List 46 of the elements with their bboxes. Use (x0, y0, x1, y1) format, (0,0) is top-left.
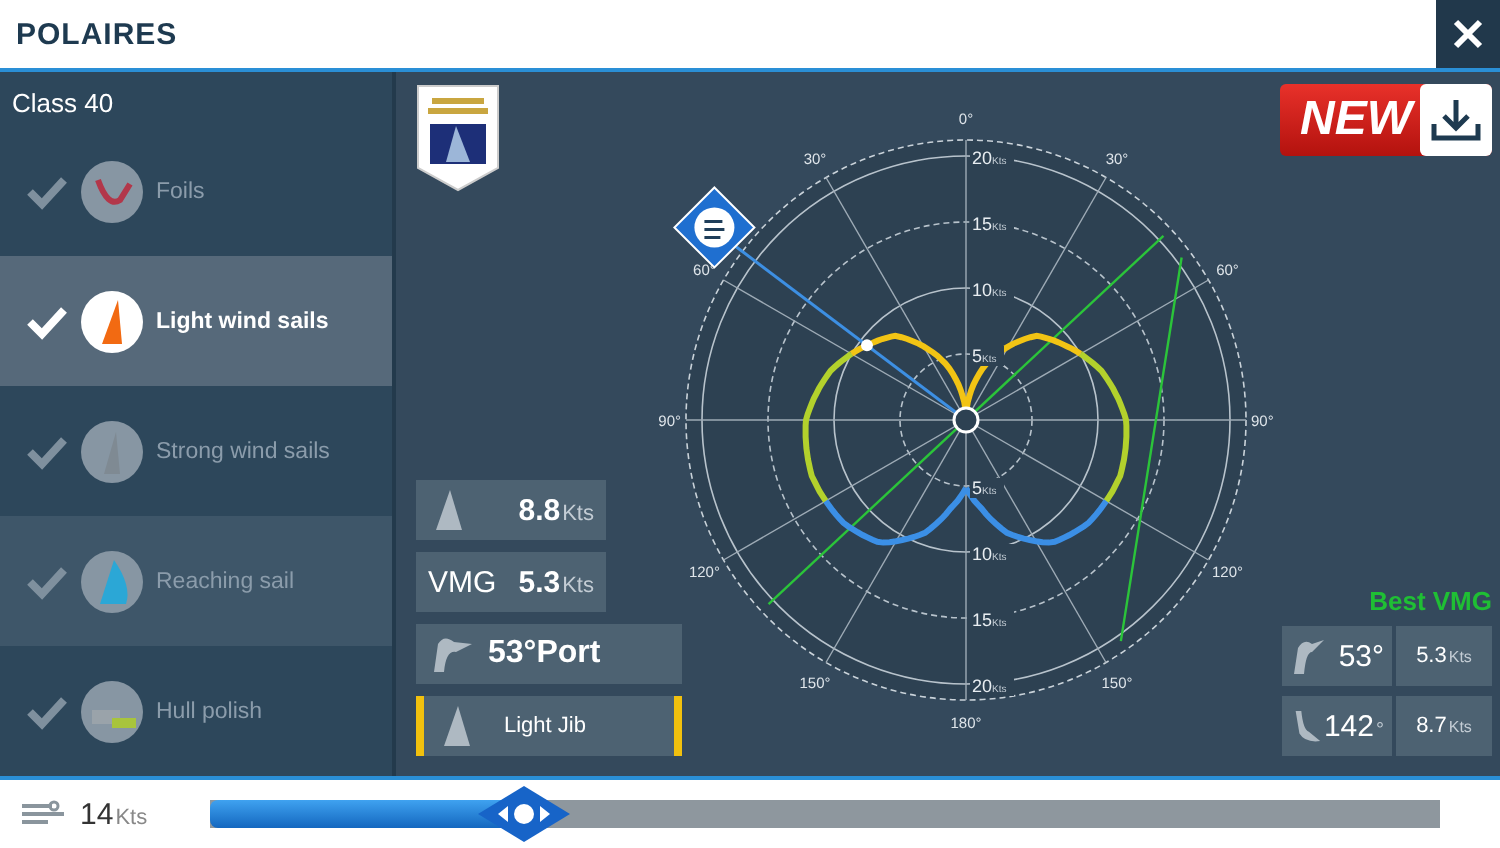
upgrade-label: Reaching sail (156, 569, 295, 593)
unit-label: Kts (1448, 648, 1472, 666)
heading-marker (860, 339, 873, 352)
unit-label: Kts (562, 573, 594, 597)
angle-value: 53° (1338, 639, 1384, 673)
sail-name: Light Jib (504, 714, 586, 738)
close-button[interactable] (1436, 0, 1500, 68)
hull-angle-icon (1290, 636, 1326, 676)
upgrade-label: Light wind sails (156, 309, 329, 333)
foils-icon (80, 159, 144, 223)
center-marker (952, 406, 980, 434)
upgrade-label: Hull polish (156, 699, 263, 723)
class-title: Class 40 (10, 86, 116, 122)
vmg-label: VMG (428, 565, 497, 599)
angle-value: 142 (1323, 709, 1374, 743)
upgrade-item[interactable]: Light wind sails (0, 256, 392, 386)
wind-speed-value: 14 (80, 797, 114, 831)
upgrade-label: Foils (156, 179, 205, 203)
light-sail-icon (80, 289, 144, 353)
reaching-sail-icon (80, 549, 144, 613)
wind-angle-value: 53°Port (488, 636, 601, 672)
new-download-button[interactable]: NEW (1280, 84, 1492, 156)
upgrade-item[interactable]: Strong wind sails (0, 386, 392, 516)
hull-icon (80, 679, 144, 743)
boat-speed-value: 8.8 (518, 493, 561, 527)
hull-angle-icon (428, 632, 476, 676)
speed-value: 5.3 (1416, 644, 1447, 668)
race-logo (416, 84, 500, 192)
upgrade-label: Strong wind sails (156, 439, 330, 463)
strong-sail-icon (80, 419, 144, 483)
slider-handle[interactable] (473, 784, 574, 844)
degree-sign: ° (1376, 719, 1384, 741)
close-icon (1452, 18, 1484, 50)
unit-label: Kts (562, 501, 594, 525)
window-title: POLAIRES (14, 17, 178, 51)
upgrade-item[interactable]: Reaching sail (0, 516, 392, 646)
hull-angle-icon (1290, 706, 1324, 746)
upgrade-item[interactable]: Hull polish (0, 646, 392, 776)
unit-label: Kts (1448, 718, 1472, 736)
unit-label: Kts (115, 805, 148, 829)
best-vmg-title: Best VMG (1369, 586, 1492, 616)
speed-value: 8.7 (1416, 714, 1447, 738)
vmg-value: 5.3 (518, 565, 561, 599)
download-icon (1430, 96, 1482, 144)
upgrade-item[interactable]: Foils (0, 126, 392, 256)
wind-icon (20, 798, 68, 830)
